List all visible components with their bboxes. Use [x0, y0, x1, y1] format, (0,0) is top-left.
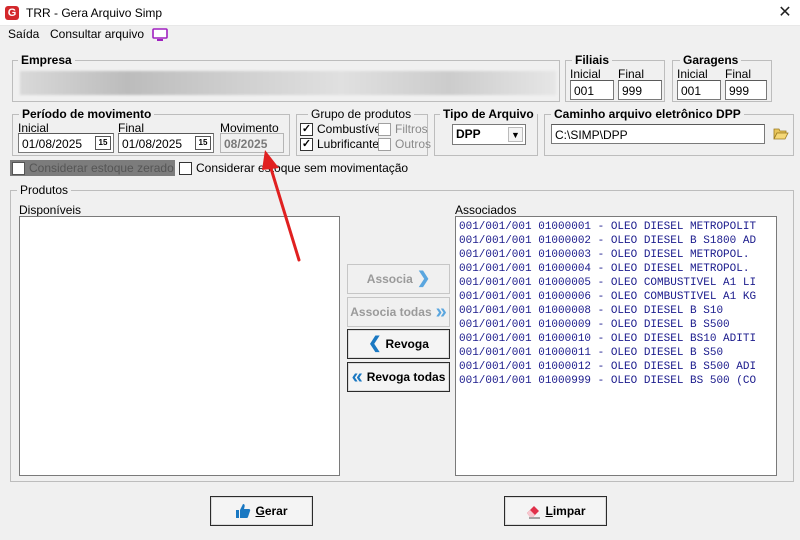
chevron-down-icon[interactable]: ▼	[508, 127, 523, 142]
tipo-arquivo-select[interactable]: DPP ▼	[452, 124, 526, 145]
periodo-final-value: 01/08/2025	[122, 137, 183, 151]
estoque-zerado-checkbox[interactable]	[12, 162, 25, 175]
filiais-inicial-input[interactable]: 001	[570, 80, 614, 100]
caminho-input[interactable]: C:\SIMP\DPP	[551, 124, 765, 144]
filtros-label: Filtros	[395, 122, 428, 136]
garagens-inicial-input[interactable]: 001	[677, 80, 721, 100]
tipo-arquivo-legend: Tipo de Arquivo	[440, 107, 537, 121]
revoga-todas-button[interactable]: « Revoga todas	[347, 362, 450, 392]
close-button[interactable]: ✕	[770, 0, 800, 26]
list-item[interactable]: 001/001/001 01000010 - OLEO DIESEL BS10 …	[456, 332, 776, 346]
list-item[interactable]: 001/001/001 01000008 - OLEO DIESEL B S10	[456, 304, 776, 318]
periodo-inicial-value: 01/08/2025	[22, 137, 83, 151]
list-item[interactable]: 001/001/001 01000011 - OLEO DIESEL B S50	[456, 346, 776, 360]
gerar-button[interactable]: Gerar	[210, 496, 313, 526]
calendar-icon[interactable]: 15	[95, 136, 111, 150]
associa-button[interactable]: Associa ❯	[347, 264, 450, 294]
sem-movimentacao-checkbox[interactable]	[179, 162, 192, 175]
revoga-label: Revoga	[385, 337, 429, 351]
associados-list[interactable]: 001/001/001 01000001 - OLEO DIESEL METRO…	[455, 216, 777, 476]
list-item[interactable]: 001/001/001 01000005 - OLEO COMBUSTIVEL …	[456, 276, 776, 290]
tipo-arquivo-value: DPP	[456, 127, 481, 141]
folder-open-icon[interactable]	[773, 127, 789, 140]
estoque-zerado-label: Considerar estoque zerado	[29, 161, 174, 175]
filiais-final-label: Final	[618, 67, 645, 81]
garagens-legend: Garagens	[680, 53, 742, 67]
filiais-legend: Filiais	[572, 53, 613, 67]
list-item[interactable]: 001/001/001 01000001 - OLEO DIESEL METRO…	[456, 220, 776, 234]
outros-label: Outros	[395, 137, 432, 151]
combustivel-label: Combustível	[317, 122, 384, 136]
revoga-todas-label: Revoga todas	[366, 370, 446, 384]
double-chevron-right-icon: »	[435, 301, 447, 323]
associa-todas-label: Associa todas	[350, 305, 432, 319]
annotation-arrow	[262, 150, 301, 262]
revoga-button[interactable]: ❮ Revoga	[347, 329, 450, 359]
associados-label: Associados	[455, 203, 517, 217]
double-chevron-left-icon: «	[351, 366, 363, 388]
periodo-legend: Período de movimento	[19, 107, 155, 121]
chevron-left-icon: ❮	[368, 335, 382, 352]
garagens-final-input[interactable]: 999	[725, 80, 767, 100]
eraser-icon	[527, 506, 541, 519]
thumbs-up-icon	[236, 504, 251, 518]
limpar-label: Limpar	[545, 504, 586, 518]
monitor-icon[interactable]	[152, 28, 168, 42]
menu-item-consultar-arquivo[interactable]: Consultar arquivo	[50, 27, 144, 41]
associa-label: Associa	[366, 272, 413, 286]
caminho-legend: Caminho arquivo eletrônico DPP	[551, 107, 744, 121]
list-item[interactable]: 001/001/001 01000002 - OLEO DIESEL B S18…	[456, 234, 776, 248]
associa-todas-button[interactable]: Associa todas »	[347, 297, 450, 327]
filiais-final-input[interactable]: 999	[618, 80, 662, 100]
window-title: TRR - Gera Arquivo Simp	[26, 6, 163, 20]
limpar-button[interactable]: Limpar	[504, 496, 607, 526]
lubrificante-label: Lubrificante	[317, 137, 380, 151]
grupo-produtos-legend: Grupo de produtos	[308, 107, 415, 121]
disponiveis-label: Disponíveis	[19, 203, 82, 217]
menu-item-saida[interactable]: Saída	[8, 27, 39, 41]
list-item[interactable]: 001/001/001 01000999 - OLEO DIESEL BS 50…	[456, 374, 776, 388]
calendar-icon[interactable]: 15	[195, 136, 211, 150]
app-logo-icon: G	[5, 6, 19, 20]
filiais-inicial-label: Inicial	[570, 67, 601, 81]
empresa-legend: Empresa	[18, 53, 75, 67]
combustivel-checkbox[interactable]: ✓	[300, 123, 313, 136]
list-item[interactable]: 001/001/001 01000003 - OLEO DIESEL METRO…	[456, 248, 776, 262]
garagens-inicial-label: Inicial	[677, 67, 708, 81]
list-item[interactable]: 001/001/001 01000004 - OLEO DIESEL METRO…	[456, 262, 776, 276]
produtos-legend: Produtos	[17, 183, 72, 197]
gerar-label: Gerar	[255, 504, 288, 518]
list-item[interactable]: 001/001/001 01000006 - OLEO COMBUSTIVEL …	[456, 290, 776, 304]
empresa-field[interactable]	[20, 71, 556, 95]
garagens-final-label: Final	[725, 67, 752, 81]
outros-checkbox[interactable]	[378, 138, 391, 151]
chevron-right-icon: ❯	[416, 270, 431, 287]
filtros-checkbox[interactable]	[378, 123, 391, 136]
list-item[interactable]: 001/001/001 01000012 - OLEO DIESEL B S50…	[456, 360, 776, 374]
list-item[interactable]: 001/001/001 01000009 - OLEO DIESEL B S50…	[456, 318, 776, 332]
